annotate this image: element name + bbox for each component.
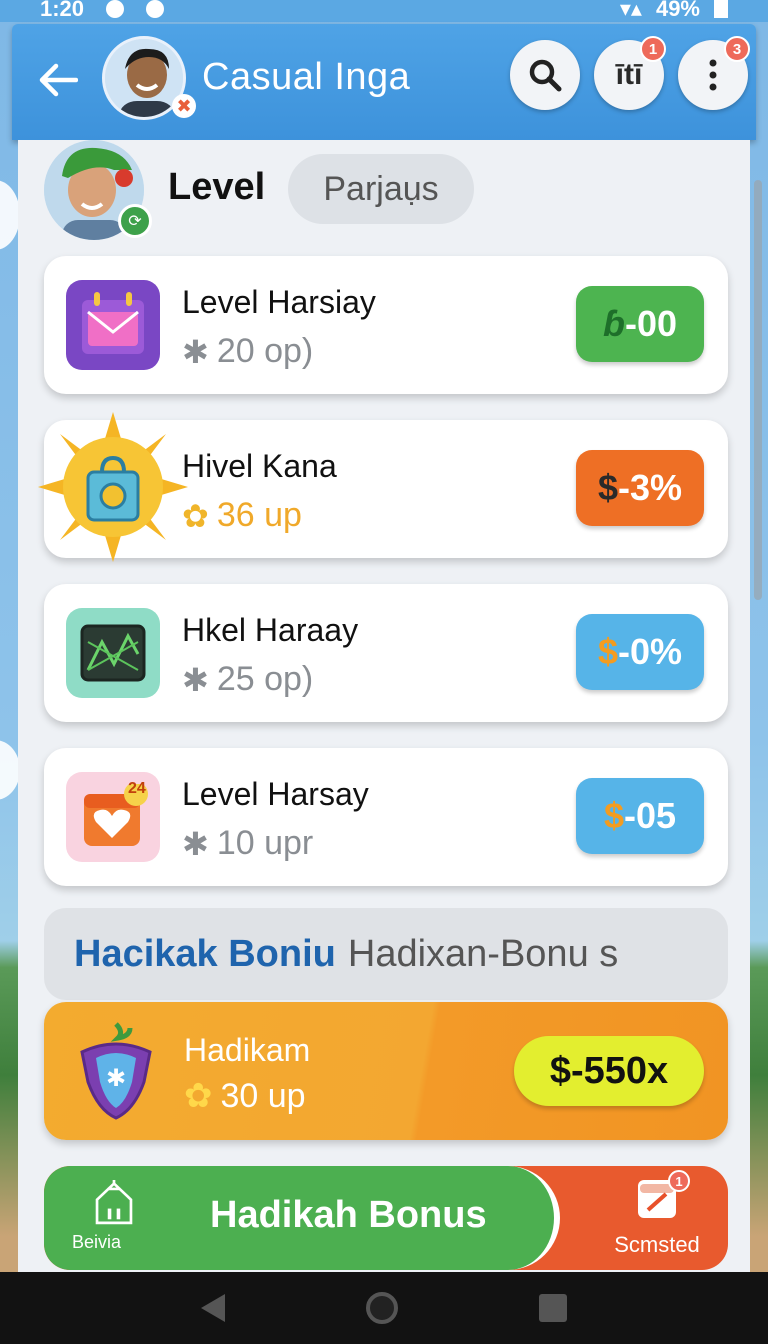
signal-icon: ▾▴: [619, 0, 642, 21]
price-button[interactable]: $ -3%: [576, 450, 704, 526]
main-button-label: Hadikah Bonus: [210, 1194, 487, 1236]
battery-percent: 49%: [655, 0, 700, 21]
item-reward: ✱ 25 op): [182, 660, 313, 699]
filter-icon: ītī: [615, 58, 643, 91]
bonus-card[interactable]: ✱ Hadikam ✿ 30 up $-550x: [44, 1002, 728, 1140]
price-symbol: $: [603, 795, 624, 836]
item-reward: ✱ 10 upr: [182, 824, 313, 863]
item-name: Level Harsay: [182, 776, 369, 812]
price-symbol: $: [597, 467, 618, 508]
nav-back-icon[interactable]: [200, 1294, 225, 1322]
app-notification-icon: [146, 0, 165, 18]
more-vertical-icon: [709, 59, 717, 91]
calendar-day-badge: 24: [128, 780, 146, 797]
bonus-price-button[interactable]: $-550x: [514, 1036, 704, 1106]
price-button[interactable]: $ -05: [576, 778, 704, 854]
bonus-header-bold: Hacikak Boniu: [74, 932, 336, 975]
svg-text:✱: ✱: [106, 1064, 126, 1092]
bonus-section-header: Hacikak Boniu Hadixan-Bonu s: [44, 908, 728, 1000]
asterisk-icon: ✱: [182, 661, 209, 698]
section-title: Level: [168, 166, 266, 208]
reward-text: 30 up: [220, 1076, 306, 1115]
shopping-bag-icon: [66, 444, 160, 534]
battery-icon: [714, 0, 728, 18]
nav-recents-icon[interactable]: [539, 1294, 568, 1322]
filter-badge: 1: [640, 36, 666, 62]
avatar-status-badge: ✖: [172, 94, 196, 118]
reward-text: 20 op): [216, 332, 314, 370]
list-item[interactable]: Level Harsiay ✱ 20 op) ɓ -00: [44, 256, 728, 394]
bonus-reward: ✿ 30 up: [184, 1076, 306, 1116]
calendar-edit-icon: 1: [638, 1170, 690, 1218]
section-header: ⟳ Level Parjaụs: [44, 140, 744, 250]
price-value: -05: [624, 795, 677, 836]
list-item[interactable]: Hkel Haraay ✱ 25 op) $ -0%: [44, 584, 728, 722]
bonus-header-rest: Hadixan-Bonu s: [347, 932, 619, 975]
scmsted-label: Scmsted: [614, 1232, 700, 1257]
search-button[interactable]: [510, 40, 580, 110]
app-bar: ✖ Casual Inga ītī 1 3: [12, 24, 756, 140]
heart-calendar-icon: 24: [66, 772, 160, 862]
price-value: -0%: [618, 631, 683, 672]
item-name: Hkel Haraay: [182, 612, 359, 648]
bonus-name: Hadikam: [184, 1032, 311, 1068]
menu-badge: 3: [724, 36, 750, 62]
scrollbar[interactable]: [754, 180, 762, 600]
shield-potion-icon: ✱: [80, 1022, 152, 1120]
reward-text: 25 op): [216, 660, 314, 698]
content-panel: ⟳ Level Parjaụs Level Harsiay ✱ 20 op) ɓ…: [18, 140, 750, 1272]
asterisk-icon: ✱: [182, 333, 209, 370]
envelope-calendar-icon: [66, 280, 160, 370]
status-bar: 1:20 ▾▴ 49%: [0, 0, 768, 22]
price-symbol: ɓ: [602, 303, 625, 344]
section-chip[interactable]: Parjaụs: [288, 154, 474, 224]
item-reward: ✿ 36 up: [182, 496, 302, 535]
search-icon: [529, 59, 562, 92]
hadikah-bonus-button[interactable]: Beivia Hadikah Bonus: [44, 1166, 560, 1270]
notification-icon: [106, 0, 125, 18]
filter-button[interactable]: ītī 1: [594, 36, 666, 110]
price-symbol: $: [597, 631, 618, 672]
price-button[interactable]: $ -0%: [576, 614, 704, 690]
reward-text: 10 upr: [216, 824, 314, 862]
background-cloud: [0, 180, 20, 250]
chart-board-icon: [66, 608, 160, 698]
list-item[interactable]: 24 Level Harsay ✱ 10 upr $ -05: [44, 748, 728, 886]
back-arrow-icon[interactable]: [38, 62, 78, 98]
item-name: Level Harsiay: [182, 284, 376, 320]
more-menu-button[interactable]: 3: [678, 36, 750, 110]
flower-icon: ✿: [184, 1077, 213, 1115]
item-name: Hivel Kana: [182, 448, 337, 484]
clock: 1:20: [40, 0, 85, 21]
home-label: Beivia: [72, 1232, 122, 1252]
asterisk-icon: ✱: [182, 825, 209, 862]
item-reward: ✱ 20 op): [182, 332, 313, 371]
player-status-icon: ⟳: [118, 204, 152, 238]
flower-icon: ✿: [182, 497, 209, 534]
price-value: -00: [624, 303, 678, 344]
list-item[interactable]: Hivel Kana ✿ 36 up $ -3%: [38, 412, 728, 562]
scmsted-button[interactable]: 1 Scmsted: [602, 1170, 712, 1266]
reward-text: 36 up: [216, 496, 302, 534]
background-cloud: [0, 740, 20, 800]
price-value: -3%: [618, 467, 683, 508]
app-title: Casual Inga: [202, 56, 411, 98]
price-button[interactable]: ɓ -00: [576, 286, 704, 362]
bottom-action-bar: Beivia Hadikah Bonus 1 Scmsted: [44, 1166, 728, 1270]
scmsted-badge: 1: [668, 1170, 690, 1192]
nav-home-icon[interactable]: [365, 1292, 398, 1324]
system-nav-bar: [0, 1272, 768, 1344]
